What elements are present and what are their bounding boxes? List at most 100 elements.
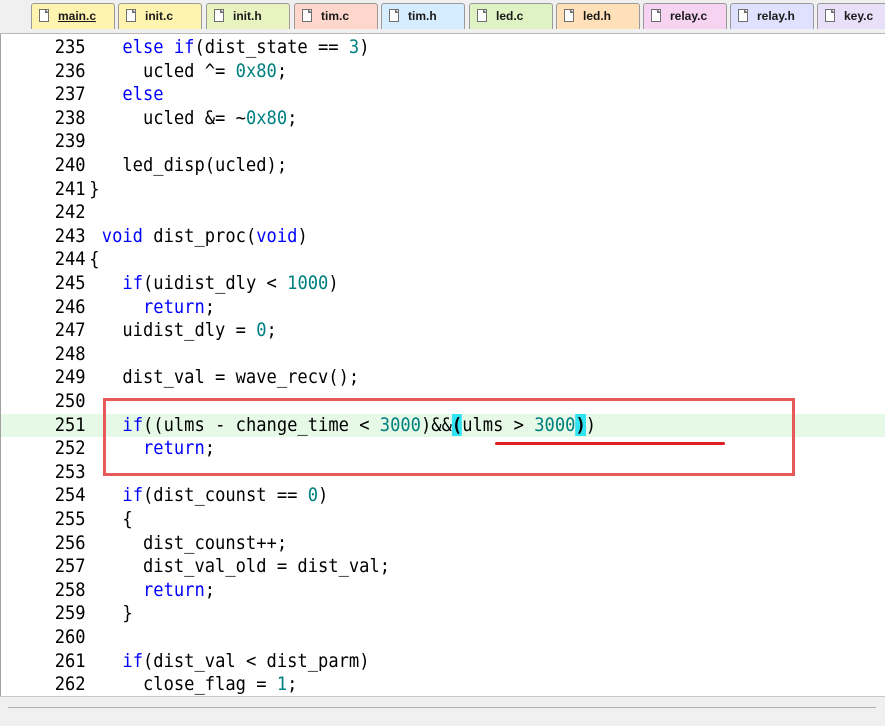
code-token: ulms > [462,413,535,436]
code-line[interactable]: 261 if(dist_val < dist_parm) [1,650,798,674]
code-text: if((ulms - change_time < 3000)&&(ulms > … [102,413,596,438]
code-token: ; [287,106,298,129]
line-number: 260 [54,626,86,648]
tab-led-h[interactable]: led.h [556,3,640,29]
code-token: close_flag = [101,673,277,696]
file-icon [738,9,748,22]
line-number: 240 [54,154,86,176]
tab-tim-h[interactable]: tim.h [381,3,465,29]
code-line[interactable]: 242 [1,201,798,225]
code-line[interactable]: 249 dist_val = wave_recv(); [1,366,798,390]
code-line[interactable]: 241} [1,178,798,202]
tab-led-c[interactable]: led.c [469,3,553,29]
line-number: 262 [54,673,86,696]
line-number: 254 [54,484,86,507]
code-line[interactable]: 240 led_disp(ucled); [1,154,798,178]
file-tab-bar: main.c init.c init.h tim.c tim.h led.c led.h re… [0,0,885,34]
code-line[interactable]: 239 [1,130,798,154]
code-token: led_disp(ucled); [101,154,288,176]
code-line[interactable]: 235 else if(dist_state == 3) [1,36,798,60]
code-line[interactable]: 251 if((ulms - change_time < 3000)&&(ulm… [1,413,885,438]
matched-paren: ( [451,413,463,436]
code-token: ucled ^= [101,59,236,82]
file-icon [651,9,661,22]
fold-brace: { [89,248,100,271]
code-text: return; [102,296,215,320]
tab-main-c[interactable]: main.c [31,3,115,29]
code-text: dist_counst++; [102,532,287,556]
line-number: 247 [54,319,86,342]
code-line[interactable]: 258 return; [1,579,798,603]
code-line[interactable]: 257 dist_val_old = dist_val; [1,555,798,579]
code-line[interactable]: 247 uidist_dly = 0; [1,319,798,343]
scrollbar-track[interactable] [8,707,876,708]
code-line[interactable]: 262 close_flag = 1; [1,673,798,696]
code-token: return [142,437,205,460]
line-number: 246 [54,295,86,318]
line-number: 238 [54,106,86,129]
code-line[interactable]: 255 { [1,508,798,532]
line-number: 259 [54,602,86,625]
file-icon [477,9,487,22]
code-token: else [122,83,164,106]
line-number: 251 [54,413,86,436]
code-line[interactable]: 253 [1,461,798,485]
tab-label: init.h [233,9,262,23]
tab-relay-c[interactable]: relay.c [643,3,727,29]
code-token: ) [359,36,370,58]
tab-init-c[interactable]: init.c [118,3,202,29]
code-token: ) [297,224,308,247]
line-number: 261 [54,649,86,672]
code-token: ; [204,437,216,460]
tab-key-c[interactable]: key.c [817,3,885,29]
matched-paren: ) [575,413,586,436]
line-number: 244 [54,248,86,271]
tab-init-h[interactable]: init.h [206,3,290,29]
code-line[interactable]: 243 void dist_proc(void) [1,225,798,249]
code-token: dist_proc( [142,224,257,247]
code-line[interactable]: 245 if(uidist_dly < 1000) [1,272,798,296]
fold-brace: } [89,177,100,200]
line-number: 248 [54,342,86,365]
code-text: dist_val = wave_recv(); [102,366,359,390]
code-line[interactable]: 244{ [1,248,798,272]
code-text: led_disp(ucled); [102,154,287,178]
code-line[interactable]: 250 [1,390,798,414]
tab-tim-c[interactable]: tim.c [294,3,378,29]
code-line[interactable]: 238 ucled &= ~0x80; [1,107,798,131]
code-line[interactable]: 246 return; [1,296,798,320]
code-token: (dist_val < dist_parm) [143,649,370,672]
code-text: return; [102,579,215,603]
code-text: return; [102,437,215,461]
code-line[interactable]: 236 ucled ^= 0x80; [1,60,798,84]
code-editor[interactable]: 235 else if(dist_state == 3) 236 ucled ^=… [0,34,885,696]
code-line[interactable]: 248 [1,343,798,367]
code-line[interactable]: 260 [1,626,798,650]
horizontal-scrollbar[interactable] [0,696,885,726]
line-number: 252 [54,437,86,460]
code-line[interactable]: 256 dist_counst++; [1,532,798,556]
line-number: 243 [54,224,86,247]
tab-label: tim.c [321,9,350,23]
code-line[interactable]: 259 } [1,602,798,626]
code-token: ; [266,319,277,342]
code-token: return [142,295,205,318]
tab-label: main.c [58,9,97,23]
code-line[interactable]: 252 return; [1,437,798,461]
code-line[interactable]: 254 if(dist_counst == 0) [1,484,798,508]
code-token: )&& [420,413,452,436]
code-token: ) [328,272,339,294]
code-token: (uidist_dly < [143,272,288,294]
tab-label: init.c [145,9,174,23]
code-line[interactable]: 237 else [1,83,798,107]
line-number: 250 [54,390,86,412]
line-number: 242 [54,201,86,224]
tab-relay-h[interactable]: relay.h [730,3,814,29]
tab-label: led.h [583,9,612,23]
line-number: 253 [54,460,86,483]
code-token: ; [204,578,216,601]
code-token: ; [287,673,298,696]
